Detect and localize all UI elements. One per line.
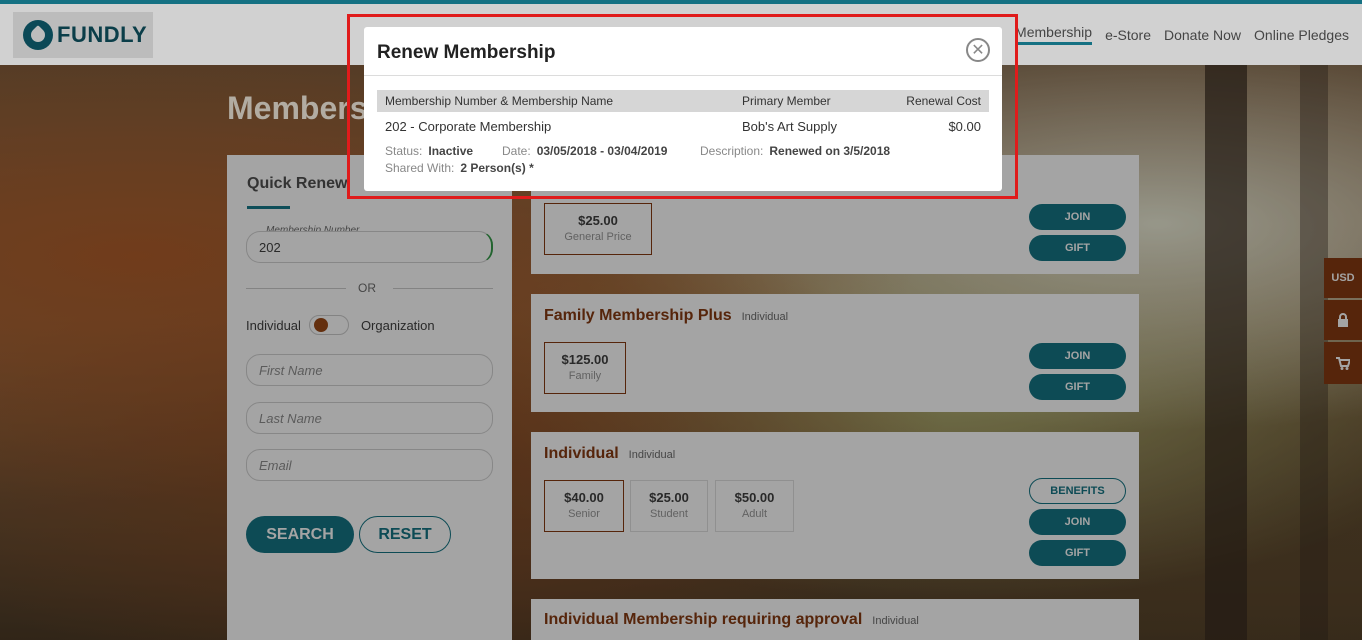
renew-membership-modal: Renew Membership ✕ Membership Number & M… [364, 27, 1002, 191]
column-header: Primary Member [742, 94, 831, 108]
table-row[interactable]: 202 - Corporate Membership Bob's Art Sup… [377, 115, 989, 137]
status-label: Status: [385, 144, 423, 158]
shared-with-value[interactable]: 2 Person(s) * [460, 161, 533, 175]
primary-member-cell: Bob's Art Supply [742, 119, 837, 134]
date-label: Date: [502, 144, 531, 158]
close-icon[interactable]: ✕ [966, 38, 990, 62]
modal-title: Renew Membership [377, 42, 556, 63]
membership-cell: 202 - Corporate Membership [385, 119, 552, 134]
renewal-cost-cell: $0.00 [948, 119, 981, 134]
description-label: Description: [700, 144, 764, 158]
status-value: Inactive [428, 144, 474, 158]
description-value: Renewed on 3/5/2018 [769, 144, 891, 158]
table-header: Membership Number & Membership Name Prim… [377, 90, 989, 112]
status-field: Status: Inactive [385, 144, 473, 158]
column-header: Renewal Cost [906, 94, 981, 108]
column-header: Membership Number & Membership Name [385, 94, 614, 108]
shared-with-label: Shared With: [385, 161, 455, 175]
modal-divider [364, 75, 1002, 76]
description-field: Description: Renewed on 3/5/2018 [700, 144, 890, 158]
shared-with-field: Shared With: 2 Person(s) * [385, 161, 534, 175]
date-value: 03/05/2018 - 03/04/2019 [536, 144, 668, 158]
date-field: Date: 03/05/2018 - 03/04/2019 [502, 144, 667, 158]
